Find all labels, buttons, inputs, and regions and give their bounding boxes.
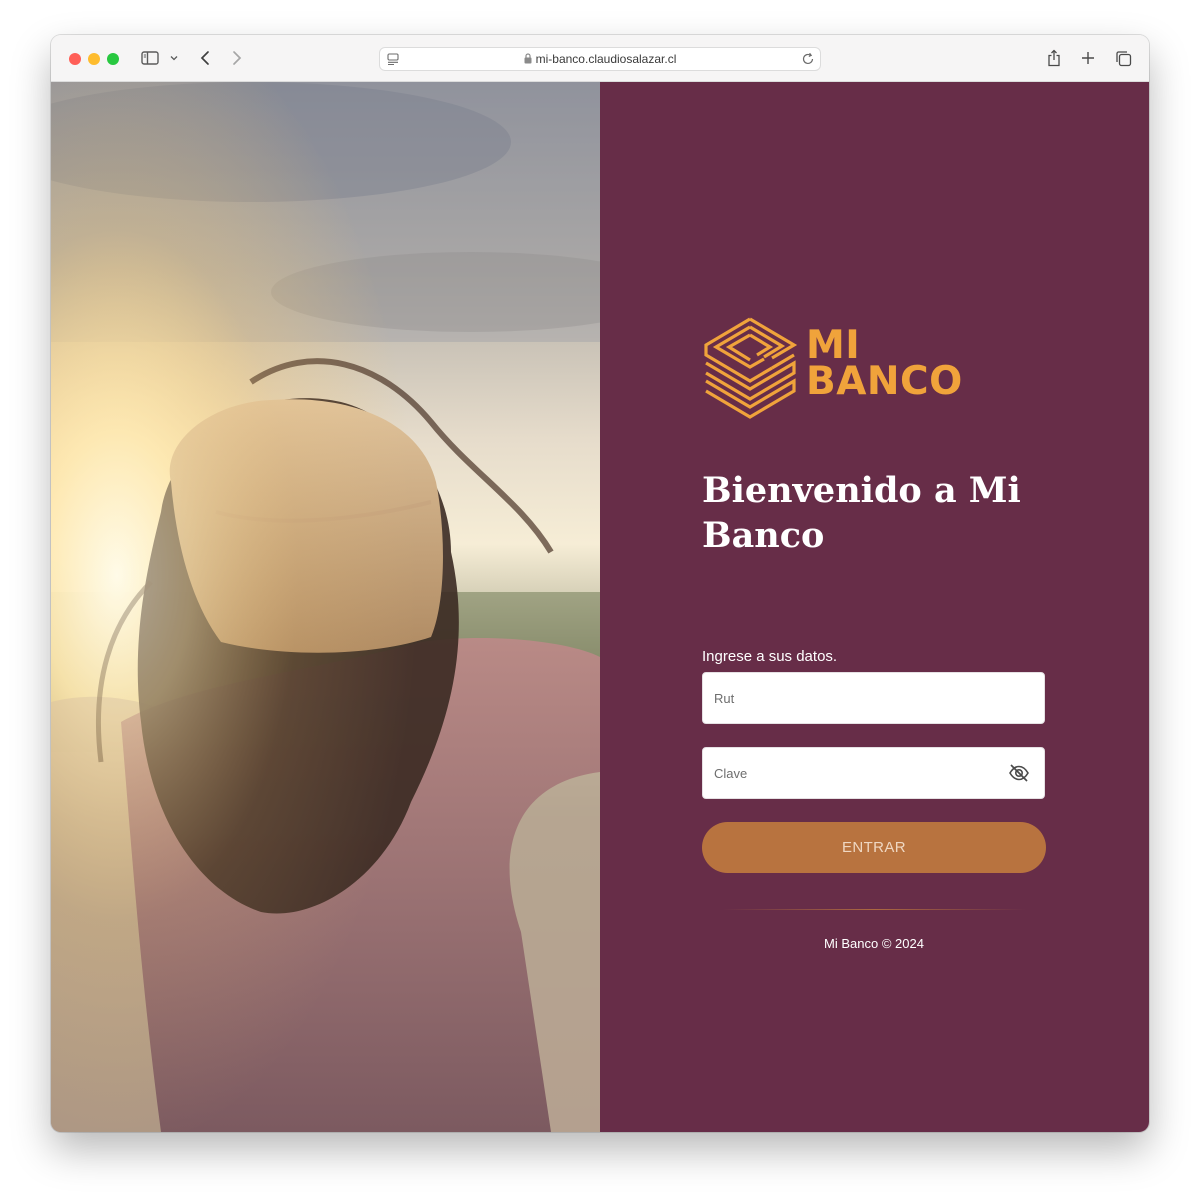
rut-input[interactable] xyxy=(703,673,1003,723)
clave-input[interactable] xyxy=(703,748,1003,798)
minimize-window-button[interactable] xyxy=(88,53,100,65)
share-icon[interactable] xyxy=(1046,46,1062,70)
page-content: MI BANCO Bienvenido a Mi Banco Ingrese a… xyxy=(51,82,1149,1132)
back-icon[interactable] xyxy=(197,46,213,70)
chevron-down-icon[interactable] xyxy=(168,46,180,70)
url-display[interactable]: mi-banco.claudiosalazar.cl xyxy=(380,52,820,67)
brand-name-line2: BANCO xyxy=(806,359,963,404)
eye-slash-icon[interactable] xyxy=(1008,762,1030,789)
rut-field xyxy=(702,672,1045,724)
url-text: mi-banco.claudiosalazar.cl xyxy=(535,52,677,66)
login-subtitle: Ingrese a sus datos. xyxy=(702,648,838,665)
forward-icon[interactable] xyxy=(229,46,245,70)
new-tab-icon[interactable] xyxy=(1080,46,1096,70)
close-window-button[interactable] xyxy=(69,53,81,65)
entrar-button[interactable]: ENTRAR xyxy=(702,822,1046,873)
sidebar-icon[interactable] xyxy=(140,46,160,70)
hero-photo xyxy=(51,82,600,1132)
login-panel: MI BANCO Bienvenido a Mi Banco Ingrese a… xyxy=(600,82,1149,1132)
tab-overview-icon[interactable] xyxy=(1114,46,1132,70)
browser-window: mi-banco.claudiosalazar.cl MI BANCO Bien… xyxy=(51,35,1149,1132)
browser-toolbar: mi-banco.claudiosalazar.cl xyxy=(51,35,1149,82)
address-bar[interactable]: mi-banco.claudiosalazar.cl xyxy=(379,47,821,71)
reload-icon[interactable] xyxy=(801,52,815,71)
clave-field xyxy=(702,747,1045,799)
mi-banco-logo-icon xyxy=(704,317,798,419)
divider xyxy=(722,909,1026,910)
zoom-window-button[interactable] xyxy=(107,53,119,65)
page-title: Bienvenido a Mi Banco xyxy=(702,470,1021,556)
lock-icon xyxy=(524,53,532,67)
footer-copyright: Mi Banco © 2024 xyxy=(824,936,924,951)
brand-wordmark: MI BANCO xyxy=(806,326,963,404)
hero-photo-illustration xyxy=(51,82,600,1132)
